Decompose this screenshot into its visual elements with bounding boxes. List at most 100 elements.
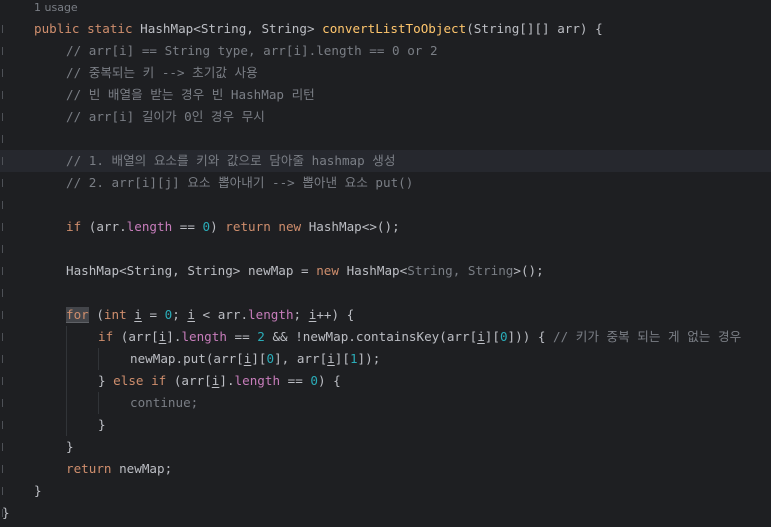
indent-guide [98,348,99,370]
code-line[interactable]: HashMap<String, String> newMap = new Has… [0,260,771,282]
code-text: } [2,502,10,524]
code-line[interactable]: } [0,480,771,502]
code-token: i [477,329,485,344]
usage-hint[interactable]: 1 usage [34,0,78,16]
gutter-marker [2,289,7,297]
code-token: ], arr[ [274,351,328,366]
code-token: 0 [310,373,318,388]
code-token: ][ [334,351,350,366]
code-text: // arr[i] == String type, arr[i].length … [66,40,438,62]
code-text: // 1. 배열의 요소를 키와 값으로 담아줄 hashmap 생성 [66,150,395,172]
code-token: } [66,439,74,454]
code-text: } [98,414,106,436]
code-editor[interactable]: 1 usage public static HashMap<String, St… [0,0,771,527]
code-token: >(); [513,263,544,278]
code-token: == [280,373,311,388]
code-token: = [141,307,165,322]
code-text: } else if (arr[i].length == 0) { [98,370,341,392]
code-token: ]); [357,351,381,366]
code-token: < arr. [194,307,249,322]
code-line[interactable]: } else if (arr[i].length == 0) { [0,370,771,392]
indent-guide [66,348,67,370]
gutter-marker [2,47,7,55]
code-text: // 중복되는 키 --> 초기값 사용 [66,62,258,84]
indent-guide [98,392,99,414]
code-token: == [172,219,203,234]
code-line[interactable]: } [0,436,771,458]
gutter-marker [2,25,7,33]
code-line[interactable] [0,282,771,304]
code-line[interactable]: newMap.put(arr[i][0], arr[i][1]); [0,348,771,370]
code-text: if (arr[i].length == 2 && !newMap.contai… [98,326,741,348]
code-line[interactable]: if (arr[i].length == 2 && !newMap.contai… [0,326,771,348]
code-token: 0 [499,329,508,344]
gutter-marker [2,333,7,341]
code-token: HashMap< [346,263,408,278]
code-token: // arr[i] == String type, arr[i].length … [66,43,438,58]
code-token: length [126,219,173,234]
code-token: ]. [219,373,235,388]
code-line[interactable]: // arr[i] == String type, arr[i].length … [0,40,771,62]
code-text: // arr[i] 길이가 0인 경우 무시 [66,106,265,128]
code-text: if (arr.length == 0) return new HashMap<… [66,216,400,238]
code-token: newMap; [119,461,173,476]
code-token: ) { [317,373,341,388]
code-token: ]. [166,329,182,344]
code-text: } [34,480,42,502]
indent-guide [66,370,67,392]
code-token: ][ [251,351,267,366]
code-token: } [98,373,114,388]
code-token: (arr. [88,219,127,234]
gutter-marker [2,157,7,165]
code-line[interactable] [0,128,771,150]
code-line[interactable]: // 2. arr[i][j] 요소 뽑아내기 --> 뽑아낸 요소 put() [0,172,771,194]
gutter-marker [2,69,7,77]
code-token: // 키가 중복 되는 게 없는 경우 [553,329,742,344]
gutter-marker [2,201,7,209]
code-line[interactable]: } [0,414,771,436]
code-token: else if [113,373,174,388]
code-token: HashMap<String, String> [140,21,323,36]
code-text: return newMap; [66,458,172,480]
code-line[interactable]: if (arr.length == 0) return new HashMap<… [0,216,771,238]
code-line[interactable] [0,238,771,260]
code-line[interactable]: continue; [0,392,771,414]
code-token: (arr[ [120,329,159,344]
code-token: HashMap<>(); [308,219,400,234]
code-token: ])) { [507,329,554,344]
code-token: ( [88,307,104,322]
code-line[interactable] [0,194,771,216]
code-token: static [87,21,141,36]
code-line[interactable]: } [0,502,771,524]
code-token: } [98,417,106,432]
code-line[interactable]: return newMap; [0,458,771,480]
code-token: for [66,307,89,323]
gutter-marker [2,311,7,319]
gutter-marker [2,443,7,451]
code-line[interactable]: // 빈 배열을 받는 경우 빈 HashMap 리턴 [0,84,771,106]
code-token: newMap.put(arr[ [130,351,244,366]
code-line[interactable]: // 1. 배열의 요소를 키와 값으로 담아줄 hashmap 생성 [0,150,771,172]
code-line[interactable]: for (int i = 0; i < arr.length; i++) { [0,304,771,326]
code-token: ) [210,219,226,234]
code-text: public static HashMap<String, String> co… [34,18,603,40]
code-token: HashMap<String, String> newMap = [66,263,317,278]
code-token: 1 [349,351,358,366]
code-token: } [34,483,42,498]
indent-guide [66,414,67,436]
code-token: // 중복되는 키 --> 초기값 사용 [66,65,258,80]
code-line[interactable]: public static HashMap<String, String> co… [0,18,771,40]
code-token: // arr[i] 길이가 0인 경우 무시 [66,109,265,124]
code-text: } [66,436,74,458]
gutter-marker [2,355,7,363]
code-line[interactable]: // arr[i] 길이가 0인 경우 무시 [0,106,771,128]
code-text: continue; [130,392,198,414]
gutter-marker [2,91,7,99]
code-token: ][ [484,329,500,344]
code-token: i [327,351,335,366]
code-line[interactable]: // 중복되는 키 --> 초기값 사용 [0,62,771,84]
code-token: length [248,307,294,322]
code-token: if [98,329,121,344]
code-token: String, String [407,263,514,278]
code-token: return new [225,219,309,234]
